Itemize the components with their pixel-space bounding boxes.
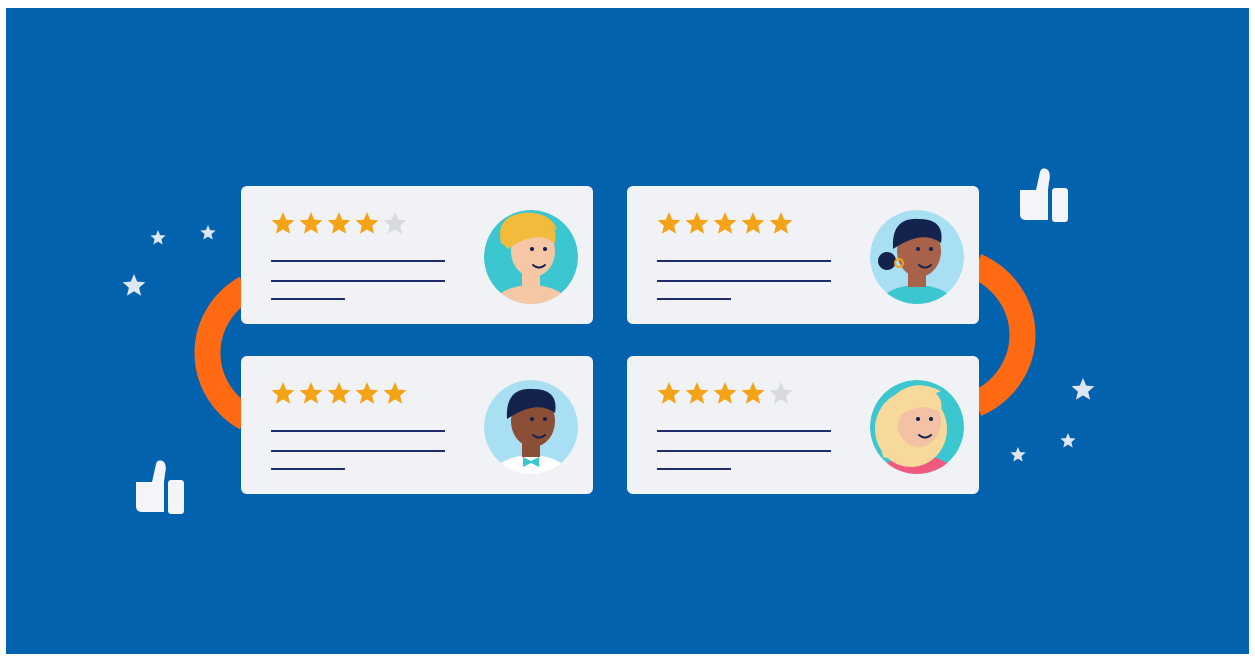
review-text-line <box>271 430 445 432</box>
review-text-line <box>271 468 345 470</box>
review-text-line <box>271 260 445 262</box>
star-icon <box>200 225 216 240</box>
left-connector-loop <box>194 276 253 430</box>
review-card <box>241 186 593 324</box>
review-text-line <box>271 298 345 300</box>
thumbs-up-icon <box>136 460 184 514</box>
thumbs-up-icon <box>1020 168 1068 222</box>
review-card <box>627 186 979 324</box>
star-icon <box>1071 378 1095 400</box>
review-text-line <box>657 280 831 282</box>
review-text-line <box>271 450 445 452</box>
illustration-background <box>6 8 1249 654</box>
star-icon <box>1060 433 1076 448</box>
star-icon <box>122 274 146 296</box>
review-text-line <box>657 430 831 432</box>
review-text-line <box>657 298 731 300</box>
right-connector-loop <box>970 254 1036 416</box>
review-text-line <box>657 450 831 452</box>
reviews-illustration <box>122 168 1095 514</box>
review-text-line <box>271 280 445 282</box>
review-card <box>241 356 593 494</box>
review-text-line <box>657 468 731 470</box>
star-icon <box>150 230 166 245</box>
review-card <box>627 356 979 494</box>
review-text-line <box>657 260 831 262</box>
star-icon <box>1010 447 1026 462</box>
